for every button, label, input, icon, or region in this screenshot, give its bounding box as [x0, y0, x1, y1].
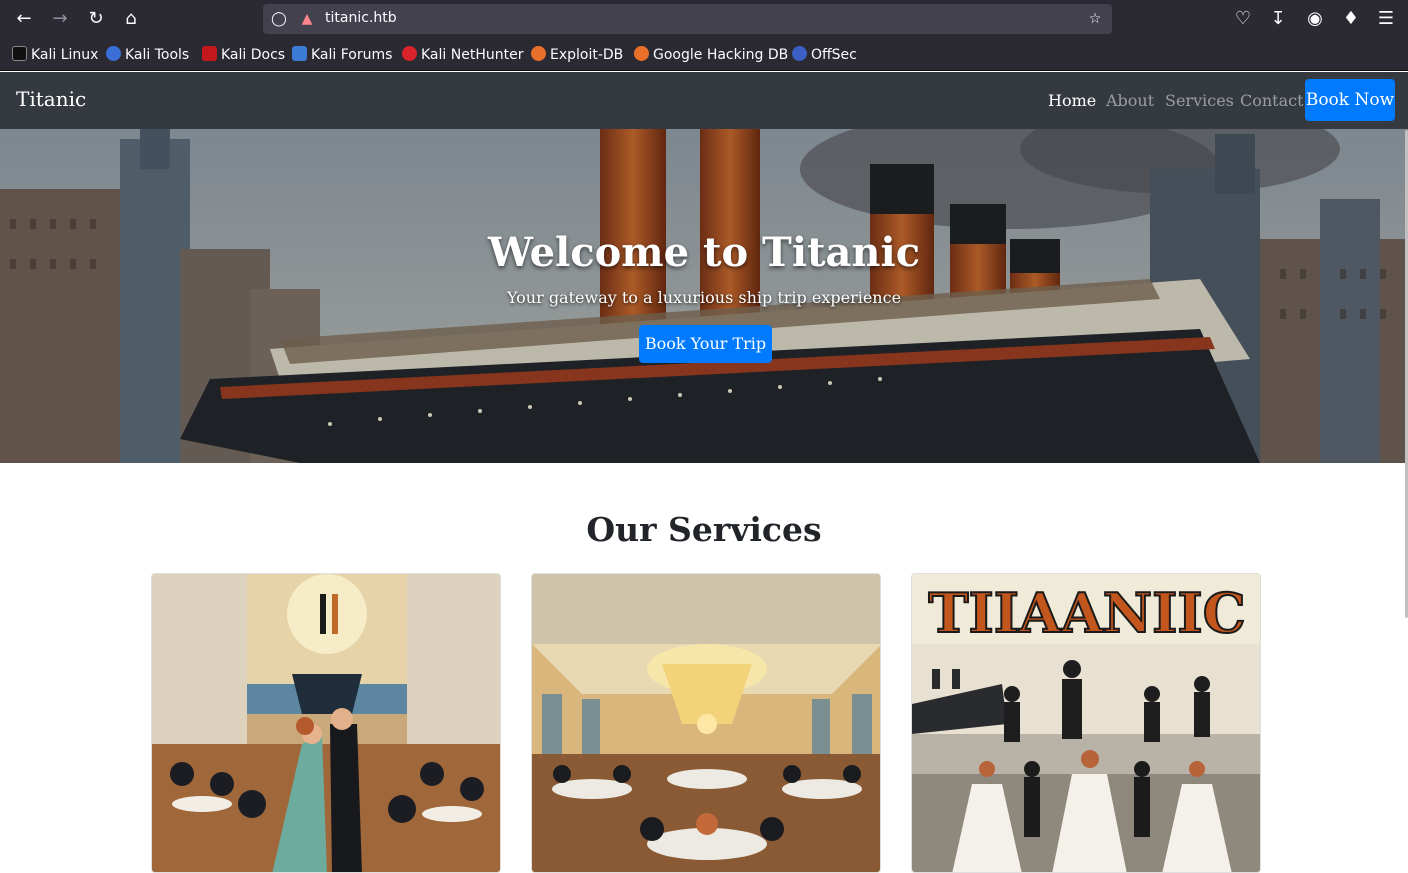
- hero-section: Welcome to Titanic Your gateway to a lux…: [0, 129, 1408, 463]
- account-icon[interactable]: ◉: [1301, 5, 1329, 33]
- bookmark-label: Kali Tools: [125, 47, 190, 63]
- service-image-chandelier-ballroom: [532, 574, 880, 872]
- hero-subtitle: Your gateway to a luxurious ship trip ex…: [506, 288, 902, 307]
- bookmark-exploit-db[interactable]: Exploit-DB: [531, 46, 623, 64]
- bookmark-kali-docs[interactable]: Kali Docs: [202, 46, 285, 64]
- service-image-dancing-couple: [152, 574, 500, 872]
- bookmark-kali-forums[interactable]: Kali Forums: [292, 46, 392, 64]
- shield-icon[interactable]: ◯: [269, 9, 289, 29]
- browser-toolbar: ← → ↻ ⌂ ◯ ▲ titanic.htb ☆ ♡ ↧ ◉ ♦ ☰: [0, 0, 1408, 38]
- menu-icon[interactable]: ☰: [1372, 5, 1400, 33]
- bookmark-label: OffSec: [811, 47, 857, 63]
- url-bar[interactable]: ◯ ▲ titanic.htb ☆: [263, 4, 1112, 34]
- back-icon[interactable]: ←: [10, 5, 38, 33]
- ghdb-icon: [634, 46, 649, 61]
- nethunter-icon: [402, 46, 417, 61]
- service-image-titanic-poster: TIIAANIIC: [912, 574, 1260, 872]
- bookmark-label: Kali Forums: [311, 47, 393, 63]
- exploit-db-icon: [531, 46, 546, 61]
- bookmark-google-hacking-db[interactable]: Google Hacking DB: [634, 46, 788, 64]
- service-card-entertainment: TIIAANIIC: [911, 573, 1261, 873]
- kali-forums-icon: [292, 46, 307, 61]
- bookmark-label: Kali Docs: [221, 47, 286, 63]
- bookmark-label: Kali Linux: [31, 47, 99, 63]
- bookmark-kali-nethunter[interactable]: Kali NetHunter: [402, 46, 523, 64]
- home-icon[interactable]: ⌂: [117, 5, 145, 33]
- nav-about[interactable]: About: [1106, 91, 1154, 110]
- kali-dragon-icon: [12, 46, 27, 61]
- nav-services[interactable]: Services: [1165, 91, 1234, 110]
- hero-title: Welcome to Titanic: [487, 229, 921, 276]
- forward-icon[interactable]: →: [46, 5, 74, 33]
- book-now-button[interactable]: Book Now: [1305, 79, 1395, 121]
- bookmark-label: Exploit-DB: [550, 47, 624, 63]
- nav-contact[interactable]: Contact: [1240, 91, 1304, 110]
- services-title: Our Services: [586, 510, 822, 549]
- site-navbar: Titanic Home About Services Contact Book…: [0, 72, 1408, 129]
- poster-title-text: TIIAANIIC: [928, 581, 1245, 645]
- bookmark-offsec[interactable]: OffSec: [792, 46, 857, 64]
- nav-home[interactable]: Home: [1048, 91, 1096, 110]
- book-your-trip-button[interactable]: Book Your Trip: [639, 325, 772, 363]
- reload-icon[interactable]: ↻: [82, 5, 110, 33]
- pocket-icon[interactable]: ♡: [1229, 5, 1257, 33]
- offsec-icon: [792, 46, 807, 61]
- url-text[interactable]: titanic.htb: [325, 10, 397, 26]
- kali-tools-icon: [106, 46, 121, 61]
- bookmark-kali-linux[interactable]: Kali Linux: [12, 46, 98, 64]
- bookmark-label: Google Hacking DB: [653, 47, 789, 63]
- insecure-lock-icon[interactable]: ▲: [297, 9, 317, 29]
- extensions-icon[interactable]: ♦: [1337, 5, 1365, 33]
- downloads-icon[interactable]: ↧: [1264, 5, 1292, 33]
- bookmark-star-icon[interactable]: ☆: [1085, 9, 1105, 29]
- site-brand[interactable]: Titanic: [16, 87, 86, 111]
- bookmarks-bar: Kali Linux Kali Tools Kali Docs Kali For…: [0, 38, 1408, 71]
- bookmark-kali-tools[interactable]: Kali Tools: [106, 46, 189, 64]
- kali-docs-icon: [202, 46, 217, 61]
- service-card-ballroom: [531, 573, 881, 873]
- service-card-dining: [151, 573, 501, 873]
- bookmark-label: Kali NetHunter: [421, 47, 524, 63]
